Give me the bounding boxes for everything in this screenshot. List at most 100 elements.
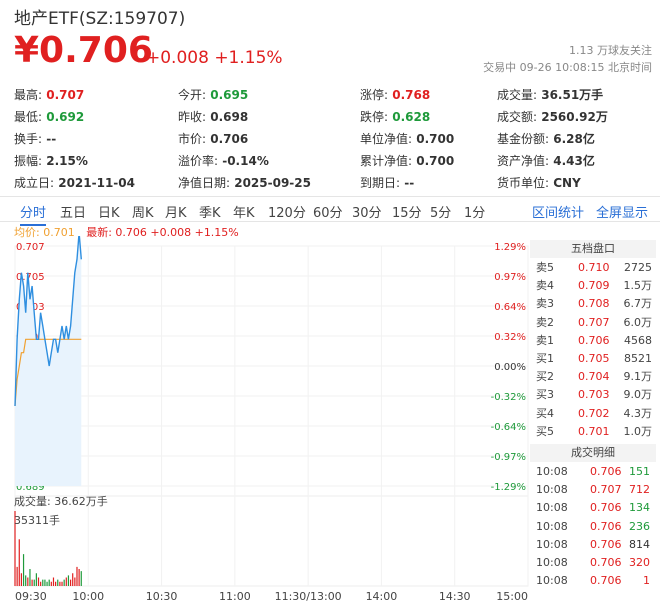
quote-value: 2025-09-25 <box>230 176 311 190</box>
tab-period[interactable]: 5分 <box>430 202 451 221</box>
trade-time: 10:08 <box>536 519 568 533</box>
order-level-name: 卖3 <box>536 297 554 311</box>
tab-period[interactable]: 月K <box>165 202 187 221</box>
time-tick-label: 10:00 <box>72 590 104 603</box>
quote-cell: 最高: 0.707 <box>14 86 84 103</box>
range-stats-link[interactable]: 区间统计 <box>532 202 584 221</box>
order-level-price: 0.710 <box>578 261 610 274</box>
order-level-name: 买3 <box>536 388 554 402</box>
period-tabs: 分时 五日 日K 周K 月K 季K 年K 120分 60分 30分 15分 5分 1分 区间统计 全屏显示 <box>0 196 660 226</box>
quote-value: 0.707 <box>42 88 85 102</box>
order-book-row: 卖2 0.707 6.0万 <box>530 314 656 332</box>
trade-row: 10:08 0.706 320 <box>530 554 656 572</box>
quote-label: 资产净值: <box>497 154 550 168</box>
quote-cell: 溢价率: -0.14% <box>178 152 269 169</box>
trade-row: 10:08 0.706 134 <box>530 499 656 517</box>
quote-value: -0.14% <box>218 154 269 168</box>
pct-tick-label: -0.32% <box>491 392 526 403</box>
trade-details-title: 成交明细 <box>530 444 656 462</box>
trade-row: 10:08 0.706 1 <box>530 572 656 590</box>
quote-cell: 市价: 0.706 <box>178 130 248 147</box>
tab-period[interactable]: 60分 <box>313 202 343 221</box>
order-level-volume: 9.1万 <box>623 370 653 384</box>
trade-price: 0.706 <box>590 574 622 588</box>
quote-cell: 跌停: 0.628 <box>360 108 430 125</box>
trading-status: 交易中 09-26 10:08:15 北京时间 <box>483 61 652 74</box>
quote-label: 市价: <box>178 132 207 146</box>
quote-row: 最高: 0.707 今开: 0.695 涨停: 0.768 成交量: 36.51万手 <box>0 82 660 104</box>
quote-row: 成立日: 2021-11-04 净值日期: 2025-09-25 到期日: -- 货币… <box>0 170 660 192</box>
tab-period[interactable]: 日K <box>98 202 120 221</box>
price-tick-label: 0.707 <box>16 242 45 253</box>
trade-price: 0.706 <box>590 556 622 569</box>
order-level-volume: 4568 <box>624 333 652 347</box>
trade-volume: 320 <box>629 556 650 569</box>
quote-label: 振幅: <box>14 154 43 168</box>
quote-value: 0.700 <box>412 154 455 168</box>
order-book-row: 卖4 0.709 1.5万 <box>530 277 656 295</box>
quote-cell: 到期日: -- <box>360 174 414 191</box>
trade-volume: 236 <box>629 519 650 533</box>
quote-cell: 成交量: 36.51万手 <box>497 86 603 103</box>
quote-value: 2.15% <box>42 154 88 168</box>
trade-volume: 712 <box>629 483 650 497</box>
page-title: 地产ETF(SZ:159707) <box>14 9 186 29</box>
trade-row: 10:08 0.706 814 <box>530 536 656 554</box>
quote-row: 最低: 0.692 昨收: 0.698 跌停: 0.628 成交额: 2560.92万 <box>0 104 660 126</box>
tab-period[interactable]: 五日 <box>60 202 86 221</box>
quote-cell: 净值日期: 2025-09-25 <box>178 174 311 191</box>
trade-price: 0.706 <box>590 501 622 515</box>
quote-label: 涨停: <box>360 88 389 102</box>
quote-value: 2560.92万 <box>537 110 608 124</box>
intraday-chart[interactable]: 0.7070.7050.7030.7000.6980.6960.6940.691… <box>0 236 530 611</box>
quote-value: -- <box>42 132 57 146</box>
quote-row: 振幅: 2.15% 溢价率: -0.14% 累计净值: 0.700 资产净值: 4.4… <box>0 148 660 170</box>
tab-period[interactable]: 年K <box>233 202 255 221</box>
tab-period[interactable]: 30分 <box>352 202 382 221</box>
quote-cell: 累计净值: 0.700 <box>360 152 454 169</box>
pct-tick-label: -1.29% <box>491 482 526 493</box>
order-level-volume: 8521 <box>624 352 652 365</box>
follower-count[interactable]: 1.13 万球友关注 <box>569 42 652 58</box>
trade-price: 0.706 <box>590 519 622 533</box>
pct-tick-label: 0.64% <box>494 302 526 313</box>
quote-label: 最低: <box>14 110 43 124</box>
quote-value: 0.768 <box>388 88 431 102</box>
order-level-name: 卖4 <box>536 279 554 293</box>
quote-cell: 货币单位: CNY <box>497 174 581 191</box>
order-level-price: 0.704 <box>578 370 610 384</box>
fullscreen-link[interactable]: 全屏显示 <box>596 202 648 221</box>
quote-cell: 单位净值: 0.700 <box>360 130 454 147</box>
pct-tick-label: 0.97% <box>494 272 526 283</box>
order-level-name: 买1 <box>536 352 554 365</box>
quote-label: 单位净值: <box>360 132 413 146</box>
pct-tick-label: 0.32% <box>494 332 526 343</box>
quote-value: 2021-11-04 <box>54 176 135 190</box>
tab-period[interactable]: 分时 <box>20 202 47 226</box>
time-tick-label: 10:30 <box>146 590 178 603</box>
pct-tick-label: -0.64% <box>491 422 526 433</box>
tab-period[interactable]: 15分 <box>392 202 422 221</box>
quote-cell: 昨收: 0.698 <box>178 108 248 125</box>
order-level-price: 0.708 <box>578 297 610 311</box>
tab-period[interactable]: 周K <box>132 202 154 221</box>
order-level-volume: 1.5万 <box>623 279 653 293</box>
time-tick-label: 15:00 <box>496 590 528 603</box>
time-tick-label: 14:30 <box>439 590 471 603</box>
order-level-volume: 2725 <box>624 261 652 274</box>
quote-cell: 今开: 0.695 <box>178 86 248 103</box>
order-book-row: 卖3 0.708 6.7万 <box>530 295 656 313</box>
order-book-row: 买5 0.701 1.0万 <box>530 423 656 441</box>
quote-value: 0.695 <box>206 88 249 102</box>
quote-value: -- <box>400 176 415 190</box>
tab-period[interactable]: 1分 <box>464 202 485 221</box>
order-level-name: 卖5 <box>536 261 554 274</box>
quote-cell: 涨停: 0.768 <box>360 86 430 103</box>
quote-label: 成交额: <box>497 110 538 124</box>
tab-period[interactable]: 季K <box>199 202 221 221</box>
trade-volume: 1 <box>643 574 650 588</box>
order-level-name: 卖1 <box>536 333 554 347</box>
quote-value: 0.698 <box>206 110 249 124</box>
tab-period[interactable]: 120分 <box>268 202 306 221</box>
quote-row: 换手: -- 市价: 0.706 单位净值: 0.700 基金份额: 6.28亿 <box>0 126 660 148</box>
